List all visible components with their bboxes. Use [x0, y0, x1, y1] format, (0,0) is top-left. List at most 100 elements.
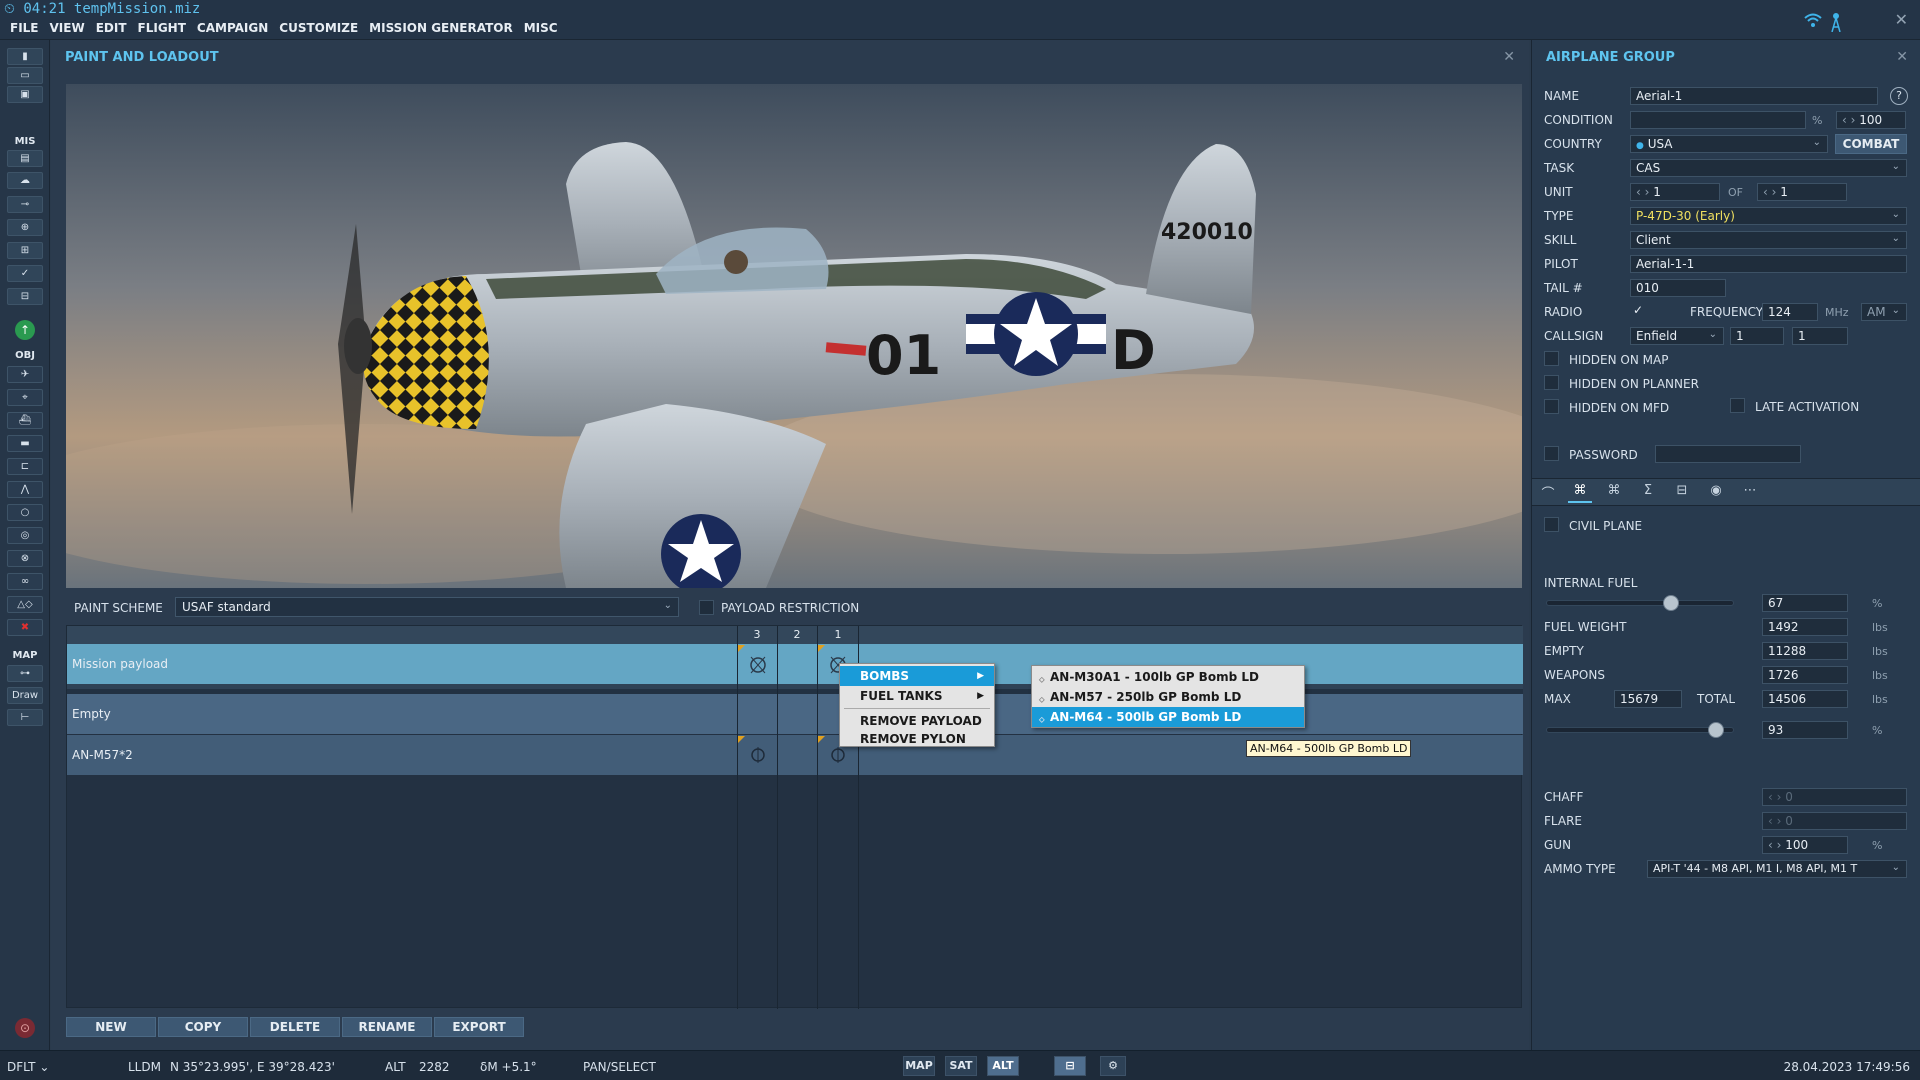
settings-icon[interactable]: ⚙: [1100, 1056, 1126, 1076]
bomb-icon[interactable]: [747, 653, 769, 675]
route-tab-icon[interactable]: ⌒: [1536, 483, 1560, 503]
menu-item-an-m64[interactable]: ⬦ AN-M64 - 500lb GP Bomb LD: [1032, 707, 1304, 727]
sat-button[interactable]: SAT: [945, 1056, 977, 1076]
close-icon[interactable]: ✕: [1895, 10, 1908, 29]
ammo-type-select[interactable]: API-T '44 - M8 API, M1 I, M8 API, M1 T ⌄: [1647, 860, 1907, 878]
hidden-on-map-checkbox[interactable]: [1544, 351, 1559, 366]
export-button[interactable]: EXPORT: [434, 1017, 524, 1037]
internal-fuel-knob[interactable]: [1663, 595, 1679, 611]
payload-restriction-checkbox[interactable]: [699, 600, 714, 615]
menu-campaign[interactable]: CAMPAIGN: [197, 21, 268, 35]
unit-total-stepper[interactable]: ‹ › 1: [1757, 183, 1847, 201]
coord-mode[interactable]: LLDM: [128, 1060, 161, 1074]
flare-stepper[interactable]: ‹ › 0: [1762, 812, 1907, 830]
hidden-on-mfd-checkbox[interactable]: [1544, 399, 1559, 414]
tail-field[interactable]: 010: [1630, 279, 1726, 297]
callsign-number-2[interactable]: 1: [1792, 327, 1848, 345]
ship-icon[interactable]: ⛴: [7, 412, 43, 429]
map-layers-icon[interactable]: ⊟: [1054, 1056, 1086, 1076]
menu-flight[interactable]: FLIGHT: [138, 21, 186, 35]
late-activation-checkbox[interactable]: [1730, 398, 1745, 413]
menu-mission-generator[interactable]: MISSION GENERATOR: [369, 21, 513, 35]
vehicle-icon[interactable]: ▬: [7, 435, 43, 452]
internal-fuel-field[interactable]: 67: [1762, 594, 1848, 612]
close-icon[interactable]: ✕: [1503, 49, 1515, 65]
resources-icon[interactable]: ⊞: [7, 242, 43, 259]
copy-button[interactable]: COPY: [158, 1017, 248, 1037]
menu-view[interactable]: VIEW: [50, 21, 85, 35]
check-icon[interactable]: ✓: [7, 265, 43, 282]
help-icon[interactable]: ?: [1890, 87, 1908, 105]
modulation-select[interactable]: AM ⌄: [1861, 303, 1907, 321]
new-button[interactable]: NEW: [66, 1017, 156, 1037]
bomb-icon[interactable]: [749, 746, 767, 764]
weather-icon[interactable]: ☁: [7, 172, 43, 189]
delete-button[interactable]: DELETE: [250, 1017, 340, 1037]
plane-icon[interactable]: ✈: [7, 366, 43, 383]
save-icon[interactable]: ▣: [7, 86, 43, 103]
chaff-stepper[interactable]: ‹ › 0: [1762, 788, 1907, 806]
country-select[interactable]: ● USA ⌄: [1630, 135, 1828, 153]
menu-edit[interactable]: EDIT: [96, 21, 127, 35]
rename-button[interactable]: RENAME: [342, 1017, 432, 1037]
static-object-icon[interactable]: ⊏: [7, 458, 43, 475]
delete-icon[interactable]: ✖: [7, 619, 43, 636]
radio-tab-icon[interactable]: ◉: [1704, 483, 1728, 503]
triggered-actions-tab-icon[interactable]: ⌘: [1602, 483, 1626, 503]
frequency-field[interactable]: 124: [1762, 303, 1818, 321]
group-icon[interactable]: ∞: [7, 573, 43, 590]
new-mission-icon[interactable]: ▮: [7, 48, 43, 65]
radio-checkbox[interactable]: ✓: [1633, 303, 1643, 317]
combat-button[interactable]: COMBAT: [1835, 134, 1907, 154]
gun-stepper[interactable]: ‹ › 100: [1762, 836, 1848, 854]
close-icon[interactable]: ✕: [1896, 49, 1908, 65]
paint-scheme-select[interactable]: USAF standard ⌄: [175, 597, 679, 617]
draw-button[interactable]: Draw: [7, 687, 43, 704]
arrow-up-icon[interactable]: ↑: [15, 320, 35, 340]
target-icon[interactable]: ◎: [7, 527, 43, 544]
stop-icon[interactable]: ⊙: [15, 1018, 35, 1038]
menu-item-remove-payload[interactable]: REMOVE PAYLOAD: [840, 711, 994, 731]
waypoint-icon[interactable]: ○: [7, 504, 43, 521]
menu-file[interactable]: FILE: [10, 21, 39, 35]
map-button[interactable]: MAP: [903, 1056, 935, 1076]
profile-select[interactable]: DFLT ⌄: [7, 1060, 49, 1074]
name-field[interactable]: Aerial-1: [1630, 87, 1878, 105]
password-field[interactable]: [1655, 445, 1801, 463]
menu-item-an-m30a1[interactable]: ⬦ AN-M30A1 - 100lb GP Bomb LD: [1032, 667, 1304, 687]
measure-icon[interactable]: ⊢: [7, 709, 43, 726]
type-select[interactable]: P-47D-30 (Early) ⌄: [1630, 207, 1907, 225]
briefing-icon[interactable]: ▤: [7, 150, 43, 167]
unit-stepper[interactable]: ‹ › 1: [1630, 183, 1720, 201]
menu-item-remove-pylon[interactable]: REMOVE PYLON: [840, 729, 994, 749]
fuel-weight-field[interactable]: 1492: [1762, 618, 1848, 636]
goals-icon[interactable]: ⊕: [7, 219, 43, 236]
internal-fuel-slider[interactable]: [1546, 600, 1734, 606]
triggers-icon[interactable]: ⊸: [7, 196, 43, 213]
fuel-tab-icon[interactable]: ⊟: [1670, 483, 1694, 503]
menu-item-fuel-tanks[interactable]: FUEL TANKS ▶: [840, 686, 994, 706]
civil-plane-checkbox[interactable]: [1544, 517, 1559, 532]
shapes-icon[interactable]: △◇: [7, 596, 43, 613]
menu-misc[interactable]: MISC: [524, 21, 558, 35]
more-tab-icon[interactable]: ⋯: [1738, 483, 1762, 503]
template-icon[interactable]: ⋀: [7, 481, 43, 498]
condition-bar[interactable]: [1630, 111, 1806, 129]
units-list-icon[interactable]: ⊟: [7, 288, 43, 305]
condition-stepper[interactable]: ‹ › 100: [1836, 111, 1906, 129]
menu-item-an-m57[interactable]: ⬦ AN-M57 - 250lb GP Bomb LD: [1032, 687, 1304, 707]
callsign-select[interactable]: Enfield ⌄: [1630, 327, 1724, 345]
menu-item-bombs[interactable]: BOMBS ▶: [840, 666, 994, 686]
ruler-icon[interactable]: ⊶: [7, 665, 43, 682]
aircraft-preview[interactable]: 420010 01 D: [66, 84, 1522, 588]
pilot-field[interactable]: Aerial-1-1: [1630, 255, 1907, 273]
task-select[interactable]: CAS ⌄: [1630, 159, 1907, 177]
summary-tab-icon[interactable]: Σ: [1636, 483, 1660, 503]
menu-customize[interactable]: CUSTOMIZE: [279, 21, 358, 35]
callsign-number-1[interactable]: 1: [1730, 327, 1784, 345]
hidden-on-planner-checkbox[interactable]: [1544, 375, 1559, 390]
open-folder-icon[interactable]: ▭: [7, 67, 43, 84]
helicopter-icon[interactable]: ⌖: [7, 389, 43, 406]
skill-select[interactable]: Client ⌄: [1630, 231, 1907, 249]
loadout-tab-icon[interactable]: ⌘: [1568, 483, 1592, 503]
